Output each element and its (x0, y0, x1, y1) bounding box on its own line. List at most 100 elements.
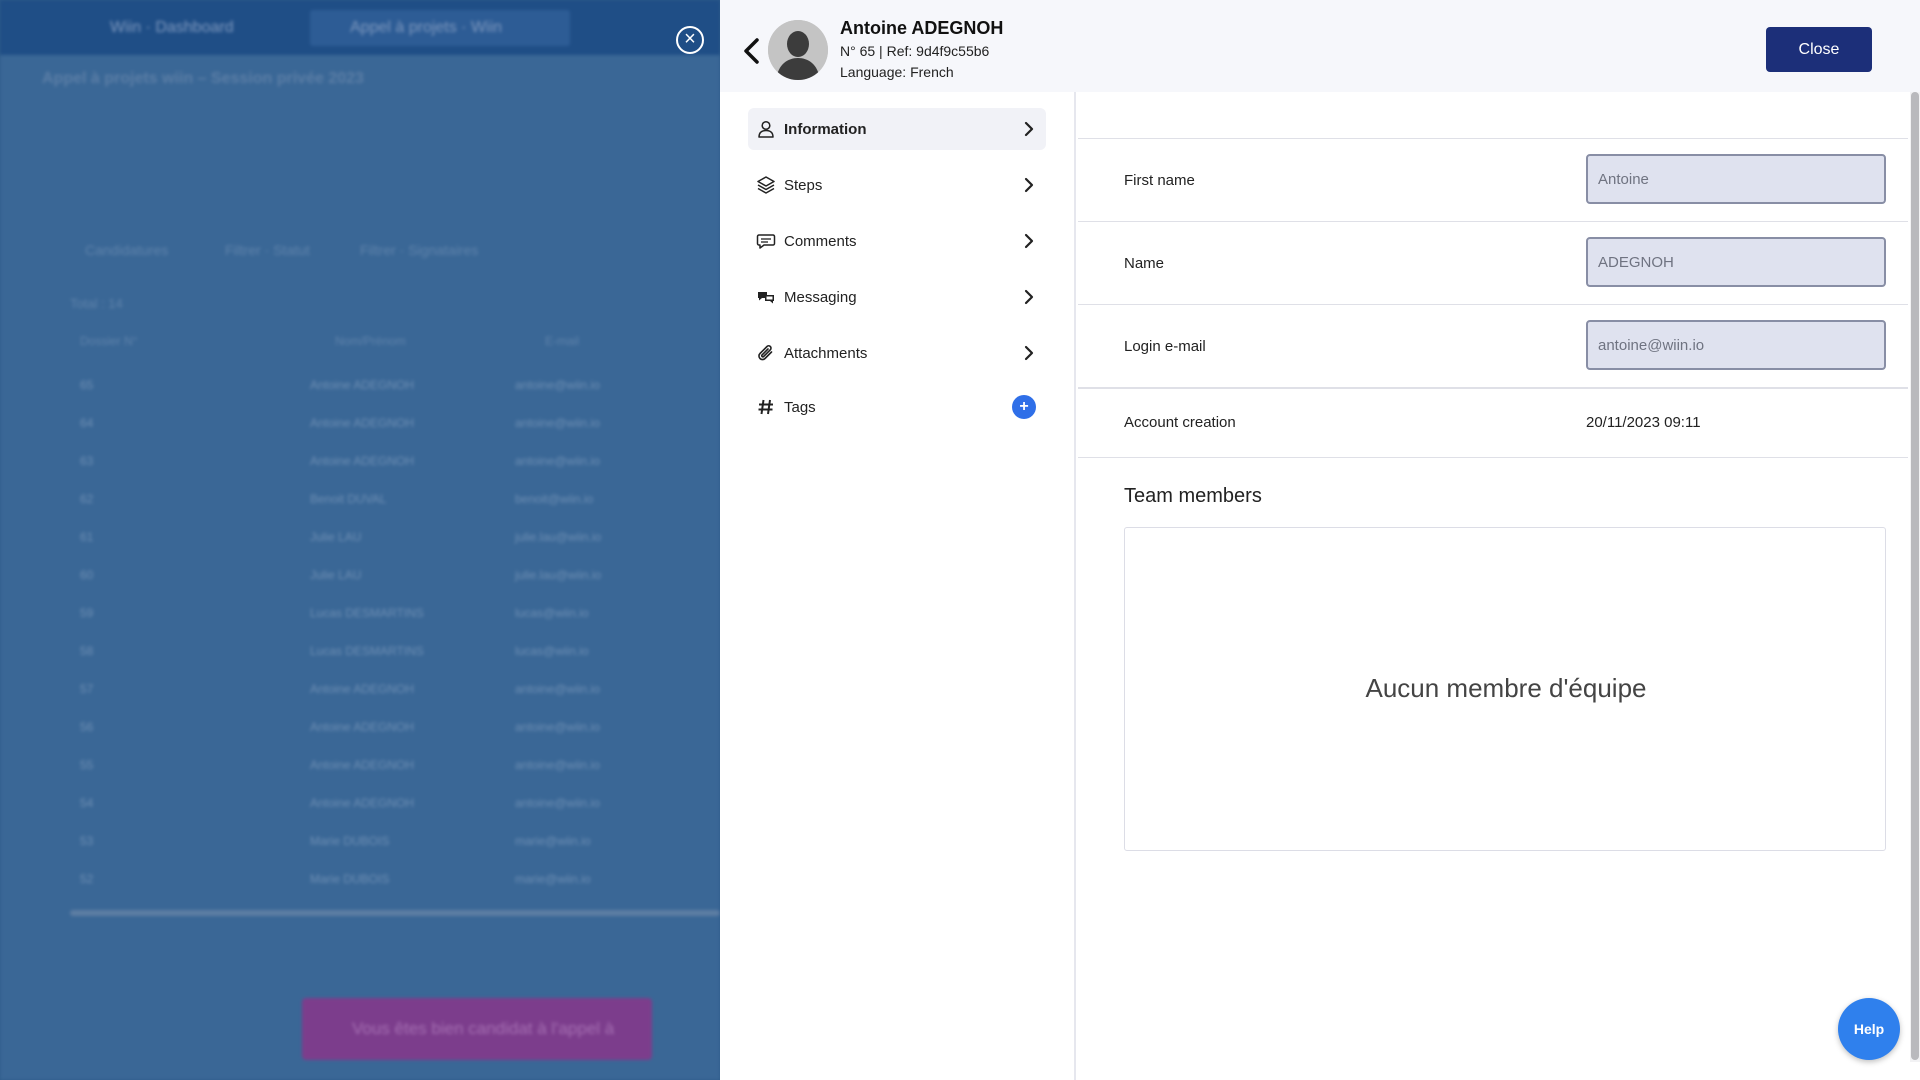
team-members-box: Aucun membre d'équipe (1124, 527, 1886, 851)
background-table-row: 58 Lucas DESMARTINS lucas@wiin.io (70, 634, 720, 672)
background-table-cell: 65 (80, 378, 94, 392)
user-language: Language: French (840, 64, 954, 80)
background-table-row: 57 Antoine ADEGNOH antoine@wiin.io (70, 672, 720, 710)
nav-item-label: Information (784, 121, 867, 138)
divider (1078, 457, 1908, 458)
background-table-cell: Marie DUBOIS (310, 872, 390, 886)
chevron-right-icon (1024, 345, 1034, 361)
user-reference: N° 65 | Ref: 9d4f9c55b6 (840, 43, 990, 59)
background-table-cell: antoine@wiin.io (515, 796, 600, 810)
background-table-cell: 52 (80, 872, 94, 886)
background-table-row: 60 Julie LAU julie.lau@wiin.io (70, 558, 720, 596)
close-button[interactable]: Close (1766, 27, 1872, 72)
avatar-silhouette-icon (768, 20, 828, 80)
background-table-cell: marie@wiin.io (515, 872, 591, 886)
comment-icon (756, 234, 776, 249)
background-table-cell: lucas@wiin.io (515, 606, 589, 620)
scrollbar-thumb[interactable] (1911, 92, 1919, 1060)
divider (1078, 304, 1908, 305)
background-table-cell: antoine@wiin.io (515, 378, 600, 392)
background-table-cell: antoine@wiin.io (515, 416, 600, 430)
divider (1078, 221, 1908, 222)
paperclip-icon (758, 345, 773, 361)
layers-icon (757, 176, 775, 194)
background-table-cell: 63 (80, 454, 94, 468)
background-table-cell: julie.lau@wiin.io (515, 568, 602, 582)
chevron-right-icon (1024, 177, 1034, 193)
background-tab: Appel à projets · Wiin (310, 10, 570, 46)
back-arrow-icon[interactable] (740, 36, 764, 66)
drawer-header: Antoine ADEGNOH N° 65 | Ref: 9d4f9c55b6 … (720, 0, 1920, 92)
login-email-label: Login e-mail (1124, 338, 1206, 355)
background-filter: Filtrer · Statut (225, 242, 310, 258)
background-table-cell: Antoine ADEGNOH (310, 720, 415, 734)
background-table-cell: Benoit DUVAL (310, 492, 387, 506)
messaging-icon (758, 292, 774, 304)
background-scrollbar (70, 910, 720, 916)
background-app: Wiin · Dashboard Appel à projets · Wiin … (0, 0, 720, 1080)
background-table-cell: Antoine ADEGNOH (310, 682, 415, 696)
team-members-empty-message: Aucun membre d'équipe (1365, 673, 1647, 703)
background-table-cell: 57 (80, 682, 94, 696)
background-table-cell: Marie DUBOIS (310, 834, 390, 848)
nav-item-tags[interactable]: Tags + (748, 386, 1046, 428)
background-table-cell: 62 (80, 492, 94, 506)
background-table-cell: Antoine ADEGNOH (310, 416, 415, 430)
avatar (768, 20, 828, 80)
nav-item-steps[interactable]: Steps (748, 164, 1046, 206)
name-field[interactable] (1586, 237, 1886, 287)
background-table-row: 56 Antoine ADEGNOH antoine@wiin.io (70, 710, 720, 748)
background-col-header: Dossier N° (80, 334, 138, 348)
background-table-cell: antoine@wiin.io (515, 454, 600, 468)
account-creation-label: Account creation (1124, 414, 1236, 431)
background-table-cell: 53 (80, 834, 94, 848)
background-table-cell: 59 (80, 606, 94, 620)
background-table-row: 63 Antoine ADEGNOH antoine@wiin.io (70, 444, 720, 482)
drawer-scrollbar[interactable] (1910, 92, 1920, 1062)
login-email-field[interactable] (1586, 320, 1886, 370)
background-filter: Candidatures (85, 242, 169, 258)
background-table-cell: 56 (80, 720, 94, 734)
nav-item-label: Messaging (784, 289, 857, 306)
background-table-row: 54 Antoine ADEGNOH antoine@wiin.io (70, 786, 720, 824)
background-table-cell: antoine@wiin.io (515, 758, 600, 772)
nav-item-messaging[interactable]: Messaging (748, 276, 1046, 318)
background-table-cell: benoit@wiin.io (515, 492, 594, 506)
background-table-row: 52 Marie DUBOIS marie@wiin.io (70, 862, 720, 900)
nav-item-attachments[interactable]: Attachments (748, 332, 1046, 374)
background-table-cell: marie@wiin.io (515, 834, 591, 848)
first-name-field[interactable] (1586, 154, 1886, 204)
background-table-cell: Antoine ADEGNOH (310, 378, 415, 392)
divider (1078, 138, 1908, 139)
background-table-cell: Antoine ADEGNOH (310, 758, 415, 772)
chevron-right-icon (1024, 289, 1034, 305)
hashtag-icon (758, 399, 773, 415)
background-table-row: 61 Julie LAU julie.lau@wiin.io (70, 520, 720, 558)
background-table-cell: Julie LAU (310, 530, 362, 544)
close-overlay-icon[interactable]: × (676, 26, 704, 54)
chevron-right-icon (1024, 121, 1034, 137)
background-col-header: E-mail (545, 334, 580, 348)
background-table-row: 62 Benoit DUVAL benoit@wiin.io (70, 482, 720, 520)
background-table-cell: 64 (80, 416, 94, 430)
background-table-cell: Antoine ADEGNOH (310, 454, 415, 468)
first-name-label: First name (1124, 172, 1195, 189)
add-tag-button[interactable]: + (1012, 395, 1036, 419)
nav-item-label: Tags (784, 399, 816, 416)
nav-item-information[interactable]: Information (748, 108, 1046, 150)
nav-item-comments[interactable]: Comments (748, 220, 1046, 262)
background-table-body: 65 Antoine ADEGNOH antoine@wiin.io 64 Antoin… (70, 368, 720, 900)
account-creation-value: 20/11/2023 09:11 (1586, 414, 1701, 431)
background-table-cell: julie.lau@wiin.io (515, 530, 602, 544)
background-title: Appel à projets wiin – Session privée 20… (42, 70, 364, 87)
help-button[interactable]: Help (1838, 998, 1900, 1060)
background-table-row: 64 Antoine ADEGNOH antoine@wiin.io (70, 406, 720, 444)
background-count: Total : 14 (70, 296, 123, 311)
background-table-row: 55 Antoine ADEGNOH antoine@wiin.io (70, 748, 720, 786)
nav-item-label: Attachments (784, 345, 868, 362)
team-members-title: Team members (1124, 485, 1262, 507)
chevron-right-icon (1024, 233, 1034, 249)
background-table-cell: antoine@wiin.io (515, 720, 600, 734)
background-tab: Wiin · Dashboard (110, 19, 234, 36)
name-label: Name (1124, 255, 1165, 272)
